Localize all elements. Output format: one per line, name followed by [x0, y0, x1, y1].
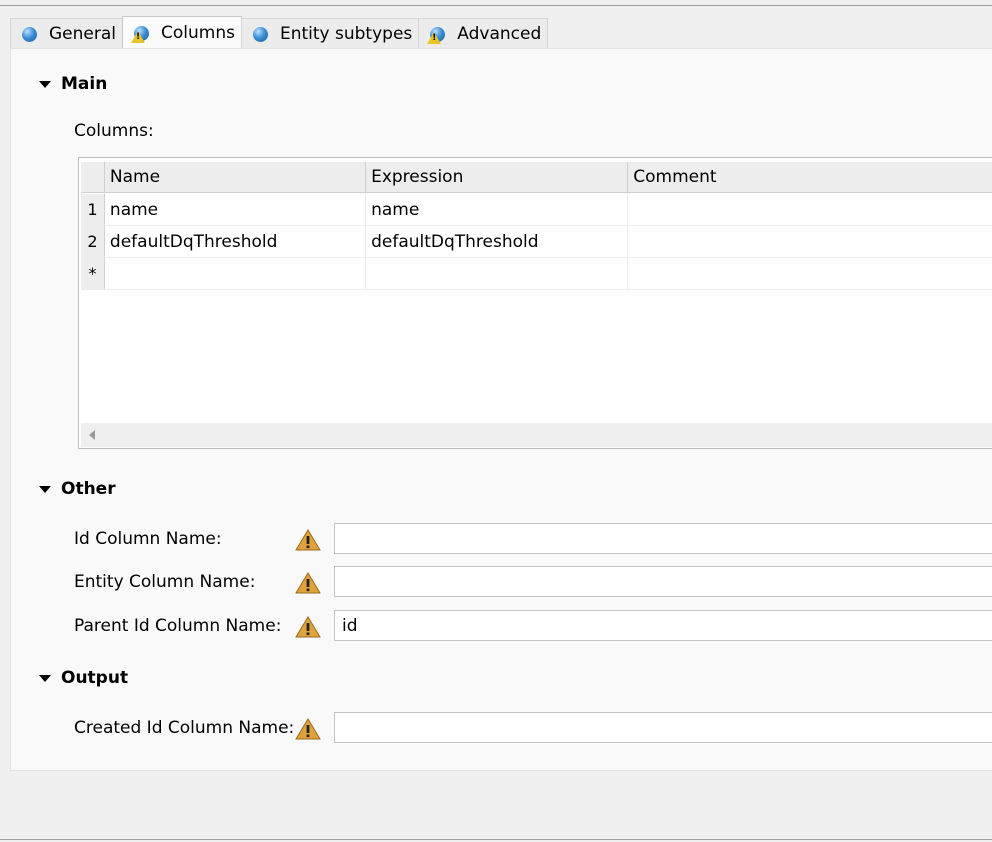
- column-header-expression[interactable]: Expression: [366, 162, 629, 193]
- tab-label: General: [49, 24, 116, 44]
- table-row[interactable]: 2 defaultDqThreshold defaultDqThreshold: [81, 226, 992, 258]
- tab-columns[interactable]: Columns: [122, 16, 242, 48]
- columns-label: Columns:: [74, 121, 154, 141]
- parent-id-column-name-field[interactable]: [334, 610, 992, 641]
- row-number[interactable]: 1: [81, 194, 105, 225]
- section-other-header[interactable]: Other: [39, 479, 116, 499]
- table-corner: [81, 162, 105, 193]
- columns-table[interactable]: Name Expression Comment 1 name name 2 de…: [78, 157, 992, 449]
- cell-name[interactable]: [105, 258, 367, 290]
- cell-name[interactable]: defaultDqThreshold: [105, 226, 367, 258]
- section-title: Main: [61, 74, 108, 94]
- info-ball-icon: [19, 23, 41, 45]
- columns-panel: Main Columns: Name Expression Comment 1 …: [10, 48, 992, 771]
- cell-expression[interactable]: defaultDqThreshold: [366, 226, 629, 258]
- tab-bar: General Columns Entity subtypes Advanced: [10, 16, 549, 49]
- entity-column-name-label: Entity Column Name:: [74, 572, 256, 592]
- tab-entity-subtypes[interactable]: Entity subtypes: [240, 18, 420, 49]
- tab-label: Entity subtypes: [279, 24, 413, 44]
- info-ball-warning-icon: [131, 22, 153, 44]
- collapse-caret-icon[interactable]: [39, 80, 51, 88]
- table-row[interactable]: 1 name name: [81, 194, 992, 226]
- collapse-caret-icon[interactable]: [39, 485, 51, 493]
- parent-id-column-name-label: Parent Id Column Name:: [74, 616, 282, 636]
- id-column-name-field[interactable]: [334, 523, 992, 554]
- cell-comment[interactable]: [628, 226, 992, 258]
- table-new-row[interactable]: *: [81, 258, 992, 290]
- tab-general[interactable]: General: [10, 18, 123, 49]
- table-header: Name Expression Comment: [81, 162, 992, 193]
- cell-expression[interactable]: [366, 258, 629, 290]
- warning-icon: [295, 572, 321, 594]
- section-title: Other: [61, 479, 116, 499]
- created-id-column-name-label: Created Id Column Name:: [74, 718, 295, 738]
- top-divider: [0, 5, 992, 6]
- tab-label: Columns: [161, 22, 235, 43]
- info-ball-warning-icon: [427, 23, 449, 45]
- section-main-header[interactable]: Main: [39, 74, 107, 94]
- row-number[interactable]: *: [81, 258, 105, 289]
- id-column-name-label: Id Column Name:: [74, 529, 222, 549]
- created-id-column-name-field[interactable]: [334, 712, 992, 743]
- column-header-comment[interactable]: Comment: [628, 162, 992, 193]
- bottom-divider: [0, 839, 992, 840]
- scroll-left-arrow-icon[interactable]: [89, 430, 95, 440]
- warning-icon: [295, 529, 321, 551]
- cell-comment[interactable]: [628, 258, 992, 290]
- tab-advanced[interactable]: Advanced: [418, 18, 549, 49]
- horizontal-scrollbar[interactable]: [81, 423, 992, 447]
- tab-label: Advanced: [457, 24, 542, 44]
- cell-comment[interactable]: [628, 194, 992, 226]
- warning-icon: [295, 616, 321, 638]
- collapse-caret-icon[interactable]: [39, 674, 51, 682]
- section-output-header[interactable]: Output: [39, 668, 128, 688]
- row-number[interactable]: 2: [81, 226, 105, 257]
- cell-name[interactable]: name: [105, 194, 367, 226]
- info-ball-icon: [250, 23, 272, 45]
- entity-column-name-field[interactable]: [334, 566, 992, 597]
- cell-expression[interactable]: name: [366, 194, 629, 226]
- column-header-name[interactable]: Name: [105, 162, 367, 193]
- section-title: Output: [61, 668, 129, 688]
- warning-icon: [295, 718, 321, 740]
